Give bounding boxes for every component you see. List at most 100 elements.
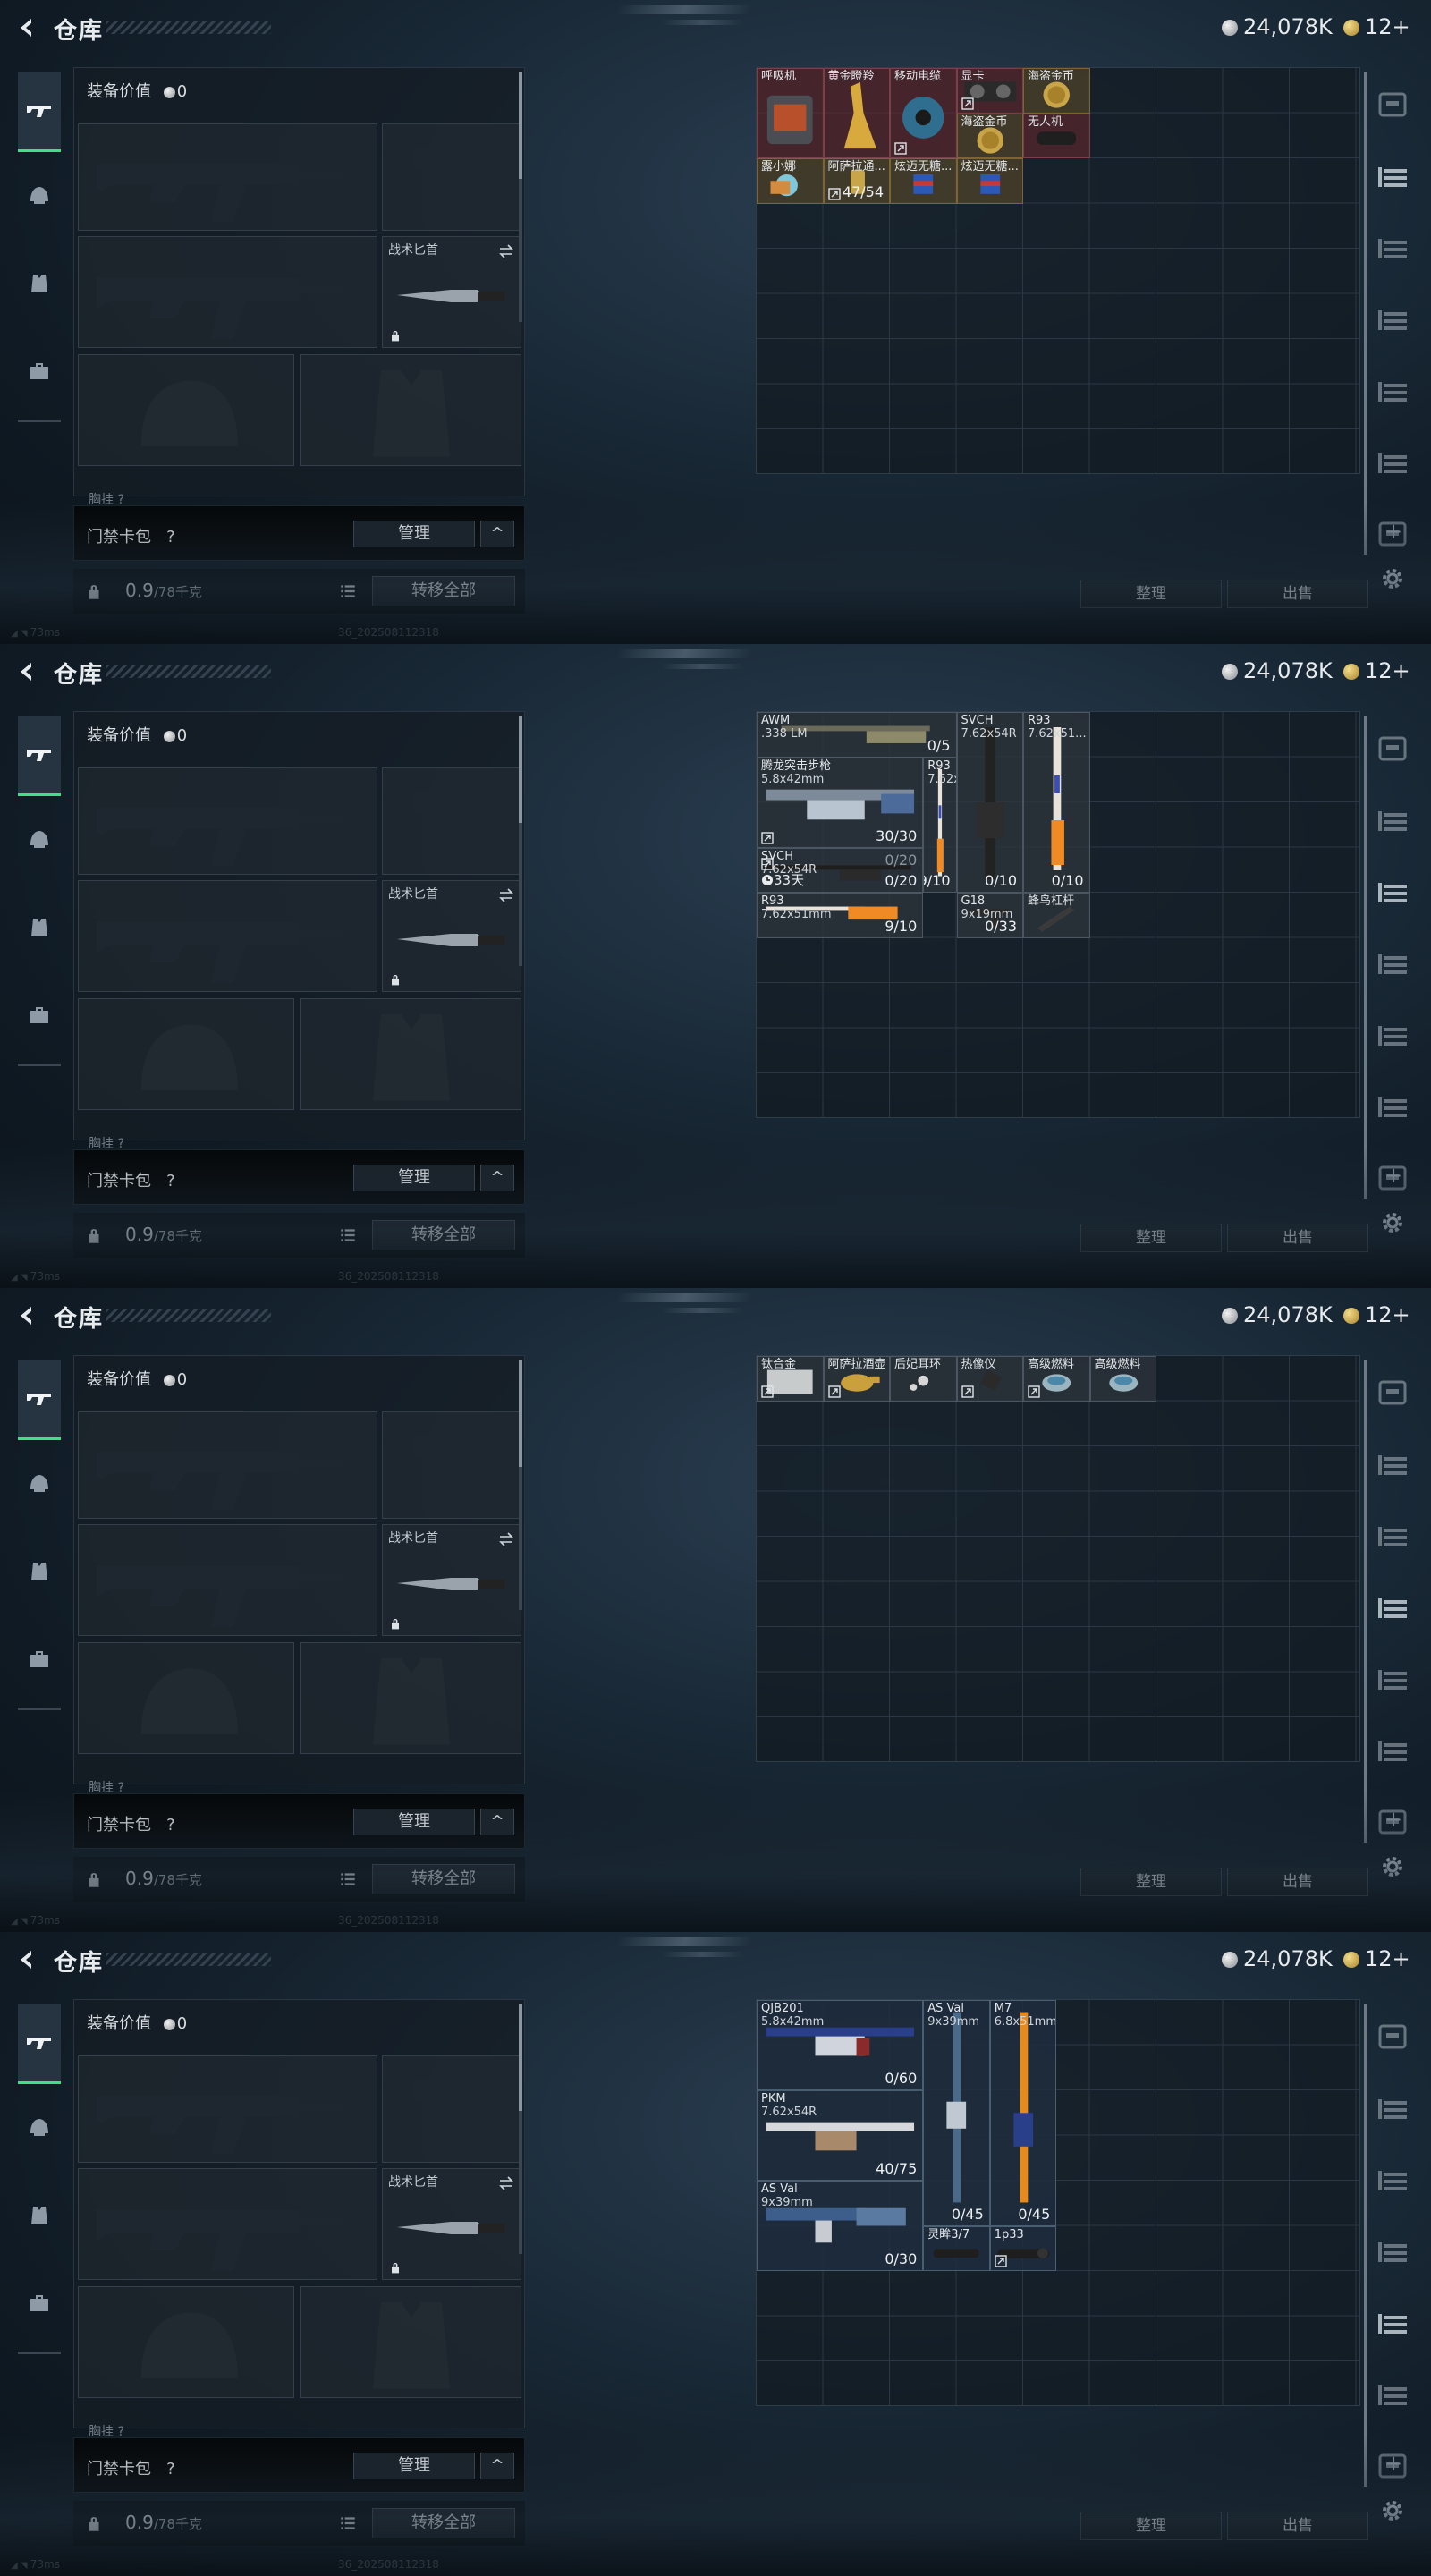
secondary-weapon-slot[interactable]: [78, 880, 377, 992]
inventory-item[interactable]: 腾龙突击步枪 5.8x42mm 30/30: [757, 757, 924, 848]
melee-slot[interactable]: 战术匕首: [382, 880, 521, 992]
collapse-button[interactable]: ^: [480, 1165, 514, 1191]
sidearm-slot[interactable]: [382, 1411, 521, 1519]
back-icon[interactable]: [14, 1947, 39, 1972]
storage-tab-icon[interactable]: [1373, 1516, 1412, 1555]
storage-scrollbar[interactable]: [1364, 2004, 1367, 2487]
inventory-item[interactable]: 黄金瞪羚: [823, 68, 890, 158]
storage-tab-icon[interactable]: [1373, 801, 1412, 840]
storage-tab-icon[interactable]: [1373, 729, 1412, 768]
sell-button[interactable]: 出售: [1227, 1868, 1368, 1896]
transfer-all-button[interactable]: 转移全部: [372, 576, 515, 606]
gear-icon[interactable]: [1379, 1853, 1406, 1880]
inventory-item[interactable]: 露小娜: [757, 158, 824, 204]
armor-slot[interactable]: [300, 1642, 521, 1754]
sort-button[interactable]: 整理: [1080, 580, 1222, 608]
add-storage-icon[interactable]: +: [1384, 1163, 1402, 1188]
inventory-item[interactable]: G18 9x19mm 0/33: [956, 893, 1023, 938]
tab-rig[interactable]: [18, 906, 61, 949]
inventory-item[interactable]: SVCH 7.62x54R 0/20 0/20 33天: [757, 847, 924, 893]
manage-button[interactable]: 管理: [353, 1809, 475, 1835]
inventory-item[interactable]: 海盗金币: [956, 113, 1023, 158]
swap-icon[interactable]: [497, 2174, 515, 2192]
secondary-weapon-slot[interactable]: [78, 236, 377, 348]
manage-button[interactable]: 管理: [353, 1165, 475, 1191]
add-storage-icon[interactable]: +: [1384, 519, 1402, 544]
back-icon[interactable]: [14, 1303, 39, 1328]
swap-icon[interactable]: [497, 886, 515, 904]
storage-tab-icon[interactable]: [1373, 1373, 1412, 1412]
tab-weapons[interactable]: [18, 72, 61, 152]
help-icon[interactable]: ?: [166, 1172, 175, 1191]
inventory-item[interactable]: 高级燃料: [1089, 1356, 1156, 1402]
primary-weapon-slot[interactable]: [78, 123, 377, 231]
inventory-item[interactable]: R937.62x51... 9/10: [923, 757, 957, 893]
tab-rig[interactable]: [18, 262, 61, 305]
inventory-item[interactable]: AS Val 9x39mm 0/30: [757, 2181, 924, 2271]
helmet-slot[interactable]: [78, 354, 294, 466]
equipment-scrollbar[interactable]: [519, 72, 522, 322]
sort-button[interactable]: 整理: [1080, 1224, 1222, 1252]
help-icon[interactable]: ?: [166, 2460, 175, 2479]
inventory-item[interactable]: QJB201 5.8x42mm 0/60: [757, 2000, 924, 2090]
inventory-item[interactable]: 1p33: [989, 2225, 1057, 2271]
inventory-item[interactable]: AS Val 9x39mm 0/45: [923, 2000, 990, 2226]
collapse-button[interactable]: ^: [480, 521, 514, 547]
transfer-all-button[interactable]: 转移全部: [372, 2508, 515, 2538]
tab-rig[interactable]: [18, 2194, 61, 2237]
tab-backpack[interactable]: [18, 1637, 61, 1680]
armor-slot[interactable]: [300, 354, 521, 466]
inventory-item[interactable]: 钛合金: [757, 1356, 824, 1402]
storage-tab-icon[interactable]: [1373, 1659, 1412, 1699]
back-icon[interactable]: [14, 659, 39, 684]
inventory-item[interactable]: 呼吸机: [757, 68, 824, 158]
storage-tab-icon[interactable]: [1373, 2232, 1412, 2271]
helmet-slot[interactable]: [78, 1642, 294, 1754]
melee-slot[interactable]: 战术匕首: [382, 236, 521, 348]
storage-tab-icon[interactable]: [1373, 872, 1412, 911]
back-icon[interactable]: [14, 15, 39, 40]
storage-tab-icon[interactable]: [1373, 443, 1412, 482]
inventory-item[interactable]: 阿萨拉酒壶: [823, 1356, 890, 1402]
storage-tab-icon[interactable]: [1373, 1588, 1412, 1627]
sidearm-slot[interactable]: [382, 767, 521, 875]
storage-tab-icon[interactable]: [1373, 157, 1412, 196]
manage-button[interactable]: 管理: [353, 2453, 475, 2479]
inventory-item[interactable]: 炫迈无糖...: [890, 158, 957, 204]
transfer-all-button[interactable]: 转移全部: [372, 1220, 515, 1250]
tab-backpack[interactable]: [18, 2281, 61, 2324]
melee-slot[interactable]: 战术匕首: [382, 2168, 521, 2280]
armor-slot[interactable]: [300, 998, 521, 1110]
inventory-item[interactable]: R93 7.62x51... 0/10: [1023, 712, 1090, 893]
inventory-item[interactable]: AWM .338 LM 0/5: [757, 712, 957, 758]
sidearm-slot[interactable]: [382, 2055, 521, 2163]
inventory-item[interactable]: 灵眸3/7: [923, 2225, 990, 2271]
inventory-item[interactable]: PKM 7.62x54R 40/75: [757, 2090, 924, 2181]
inventory-item[interactable]: 海盗金币: [1023, 68, 1090, 114]
tab-armor[interactable]: [18, 1462, 61, 1505]
storage-scrollbar[interactable]: [1364, 1360, 1367, 1843]
inventory-item[interactable]: 高级燃料: [1023, 1356, 1090, 1402]
tab-armor[interactable]: [18, 2106, 61, 2149]
tab-weapons[interactable]: [18, 1360, 61, 1440]
inventory-item[interactable]: 炫迈无糖...: [956, 158, 1023, 204]
storage-tab-icon[interactable]: [1373, 2375, 1412, 2414]
melee-slot[interactable]: 战术匕首: [382, 1524, 521, 1636]
storage-scrollbar[interactable]: [1364, 716, 1367, 1199]
tab-backpack[interactable]: [18, 349, 61, 392]
sell-button[interactable]: 出售: [1227, 580, 1368, 608]
collapse-button[interactable]: ^: [480, 1809, 514, 1835]
tab-armor[interactable]: [18, 818, 61, 861]
help-icon[interactable]: ?: [166, 1816, 175, 1835]
storage-tab-icon[interactable]: [1373, 1445, 1412, 1484]
storage-tab-icon[interactable]: [1373, 300, 1412, 339]
help-icon[interactable]: ?: [166, 528, 175, 547]
storage-tab-icon[interactable]: [1373, 371, 1412, 411]
inventory-item[interactable]: SVCH 7.62x54R 0/10: [956, 712, 1023, 893]
equipment-scrollbar[interactable]: [519, 1360, 522, 1610]
inventory-item[interactable]: 阿萨拉通... 47/54: [823, 158, 890, 204]
sell-button[interactable]: 出售: [1227, 1224, 1368, 1252]
sort-button[interactable]: 整理: [1080, 2512, 1222, 2540]
storage-tab-icon[interactable]: [1373, 2160, 1412, 2199]
tab-backpack[interactable]: [18, 993, 61, 1036]
